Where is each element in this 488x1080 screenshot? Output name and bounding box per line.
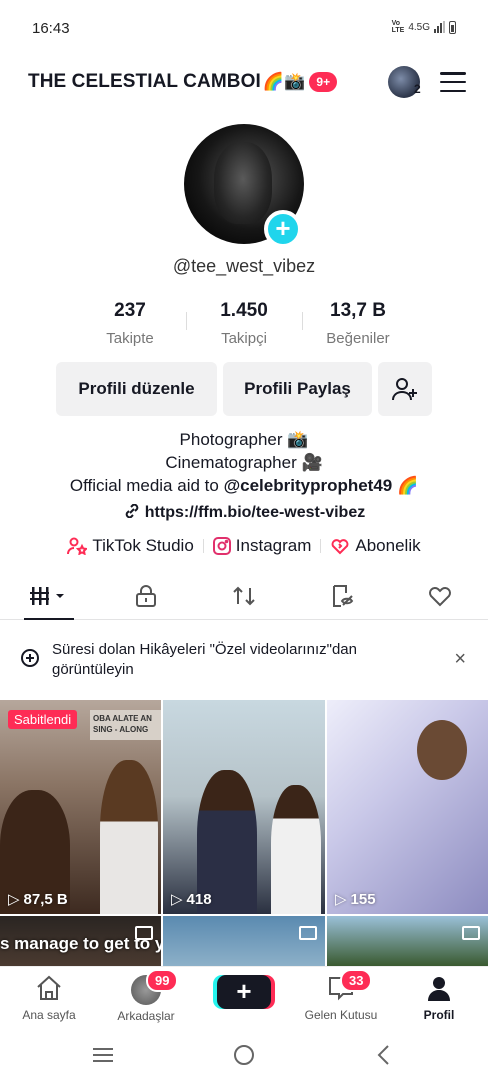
stat-followers[interactable]: 1.450 Takipçi <box>189 300 299 347</box>
heart-icon <box>429 587 451 607</box>
status-time: 16:43 <box>32 20 70 37</box>
bottom-navigation: Ana sayfa Arkadaşlar 99 + Gelen Kutusu 3… <box>0 966 488 1032</box>
divider <box>202 539 204 553</box>
notification-badge: 9+ <box>309 72 338 92</box>
profile-title[interactable]: THE CELESTIAL CAMBOI 🌈📸 9+ <box>28 71 338 93</box>
bio-line: Photographer 📸 <box>179 430 309 449</box>
video-thumbnail[interactable]: ▷ 155 <box>327 700 488 914</box>
friends-badge: 99 <box>146 969 179 992</box>
tab-private[interactable] <box>122 580 170 612</box>
instagram-link[interactable]: Instagram <box>212 536 311 556</box>
stat-value: 1.450 <box>220 300 268 321</box>
create-button[interactable]: + <box>217 975 271 1009</box>
bio-mention[interactable]: @celebrityprophet49 <box>224 476 393 495</box>
stat-label: Takipte <box>106 330 154 347</box>
tiktok-studio-link[interactable]: TikTok Studio <box>67 536 194 556</box>
menu-icon[interactable] <box>440 72 466 92</box>
bio-line: Official media aid to @celebrityprophet4… <box>69 476 419 495</box>
profile-stats: 237 Takipte 1.450 Takipçi 13,7 B Beğenil… <box>0 300 488 350</box>
nav-profile[interactable]: Profil <box>391 975 487 1022</box>
photo-thumbnail[interactable] <box>327 916 488 966</box>
edit-profile-button[interactable]: Profili düzenle <box>56 362 217 416</box>
tab-reposts[interactable] <box>220 580 268 612</box>
system-navigation <box>0 1032 488 1080</box>
status-indicators: Vo LTE 4.5G <box>392 20 456 34</box>
add-story-icon <box>21 649 39 667</box>
studio-icon <box>67 537 88 555</box>
thumbnail-person <box>417 720 467 780</box>
stat-label: Takipçi <box>221 330 267 347</box>
divider <box>186 312 187 330</box>
view-count: ▷ 87,5 B <box>8 890 68 909</box>
home-circle-icon[interactable] <box>233 1044 255 1066</box>
repost-icon <box>233 586 255 606</box>
stories-notice[interactable]: Süresi dolan Hikâyeleri "Özel videoların… <box>0 624 488 700</box>
photo-thumbnail[interactable] <box>163 916 325 966</box>
status-bar: 16:43 Vo LTE 4.5G <box>0 0 488 56</box>
active-tab-indicator <box>24 618 74 620</box>
notice-text: Süresi dolan Hikâyeleri "Özel videoların… <box>52 641 357 678</box>
photo-thumbnail[interactable]: s manage to get to y <box>0 916 161 966</box>
nav-label: Gelen Kutusu <box>304 1008 378 1022</box>
home-icon <box>37 975 61 1000</box>
nav-label: Arkadaşlar <box>117 1009 175 1023</box>
back-icon[interactable] <box>376 1044 390 1066</box>
signal-icon <box>434 21 445 33</box>
stat-value: 237 <box>114 300 146 321</box>
stat-value: 13,7 B <box>330 300 386 321</box>
volte-indicator: Vo LTE <box>391 20 405 34</box>
photo-icon <box>135 926 153 940</box>
video-thumbnail[interactable]: ▷ 418 <box>163 700 325 914</box>
tab-liked[interactable] <box>416 580 464 612</box>
link-icon <box>125 503 139 519</box>
tab-hidden[interactable] <box>318 580 366 612</box>
stat-likes[interactable]: 13,7 B Beğeniler <box>303 300 413 347</box>
profile-title-text: THE CELESTIAL CAMBOI <box>28 71 261 92</box>
lock-icon <box>136 585 156 607</box>
bio-link[interactable]: https://ffm.bio/tee-west-vibez <box>0 503 488 522</box>
subscription-icon <box>331 539 349 555</box>
play-icon: ▷ <box>335 891 347 908</box>
stat-label: Beğeniler <box>326 330 390 347</box>
photo-icon <box>299 926 317 940</box>
view-count: ▷ 155 <box>335 890 376 909</box>
add-avatar-icon[interactable]: + <box>264 210 302 248</box>
eye-off-icon <box>333 585 354 607</box>
network-type: 4.5G <box>408 21 430 33</box>
account-count: 2 <box>414 82 421 96</box>
nav-label: Profil <box>423 1008 455 1022</box>
inbox-badge: 33 <box>340 969 373 992</box>
battery-icon <box>449 20 456 34</box>
thumbnail-person <box>271 785 321 914</box>
view-count: ▷ 418 <box>171 890 212 909</box>
grid-icon <box>30 587 64 605</box>
close-icon[interactable]: × <box>454 648 466 671</box>
tab-videos[interactable] <box>26 580 74 612</box>
stat-following[interactable]: 237 Takipte <box>75 300 185 347</box>
content-tabs <box>0 572 488 620</box>
recent-apps-icon[interactable] <box>92 1046 114 1064</box>
nav-label: Ana sayfa <box>22 1008 76 1022</box>
profile-icon <box>428 977 450 1001</box>
share-profile-button[interactable]: Profili Paylaş <box>223 362 372 416</box>
add-user-icon <box>392 378 417 401</box>
instagram-icon <box>212 537 231 555</box>
photo-icon <box>462 926 480 940</box>
bio: Photographer 📸 Cinematographer 🎥 Officia… <box>0 428 488 497</box>
username: @tee_west_vibez <box>172 256 316 276</box>
service-links: TikTok Studio Instagram Abonelik <box>0 534 488 558</box>
video-thumbnail[interactable]: OBA ALATE AN SING - ALONG Sabitlendi ▷ 87… <box>0 700 161 914</box>
title-emoji: 🌈📸 <box>262 72 306 91</box>
add-friend-button[interactable] <box>378 362 432 416</box>
play-icon: ▷ <box>8 891 20 908</box>
subscription-link[interactable]: Abonelik <box>330 536 421 556</box>
profile-header: THE CELESTIAL CAMBOI 🌈📸 9+ 2 <box>0 62 488 104</box>
divider <box>320 539 322 553</box>
play-icon: ▷ <box>171 891 183 908</box>
bio-line: Cinematographer 🎥 <box>165 453 323 472</box>
thumbnail-person <box>100 760 158 914</box>
nav-home[interactable]: Ana sayfa <box>1 975 97 1022</box>
thumbnail-overlay-text: OBA ALATE AN SING - ALONG <box>90 710 161 740</box>
pinned-badge: Sabitlendi <box>8 710 78 729</box>
